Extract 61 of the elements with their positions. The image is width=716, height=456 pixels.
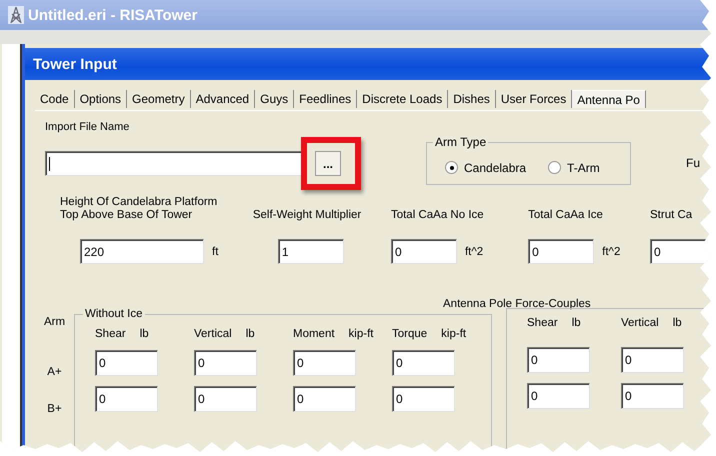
property-field[interactable]: 0 [390,239,457,264]
value-field[interactable]: 0 [392,350,455,376]
tower-icon [8,6,24,24]
tab[interactable]: Options [74,90,128,108]
tab[interactable]: Feedlines [294,90,358,108]
property-label: Self-Weight Multiplier [252,209,362,222]
tab[interactable]: Code [35,90,75,108]
unit-label: lb [140,328,149,340]
radio-button[interactable] [445,161,458,174]
import-file-label: Import File Name [45,121,130,133]
property-field[interactable]: 0 [528,239,594,264]
radio-option[interactable]: T-Arm [548,160,600,174]
property-label: Strut Ca [650,209,694,222]
value-field[interactable]: 0 [293,350,356,376]
tab[interactable]: Geometry [127,90,191,108]
column-header: Shear [527,317,558,329]
property-field[interactable]: 1 [278,239,344,264]
radio-button[interactable] [548,161,562,174]
app-window-title: Untitled.eri - RISATower [28,6,198,24]
arm-type-label: Arm Type [434,135,488,149]
value-field[interactable]: 0 [621,347,684,373]
column-header: Shear [95,328,126,340]
unit-label: kip-ft [348,328,374,340]
radio-option[interactable]: Candelabra [445,160,526,174]
row-label: A+ [47,366,62,380]
value-field[interactable]: 0 [621,383,684,409]
row-label: B+ [47,403,62,417]
dialog-title: Tower Input [33,56,117,72]
property-label: Height Of Candelabra Platform Top Above Base Of Tower [60,196,218,222]
tab[interactable]: Guys [255,90,294,108]
value-field[interactable]: 0 [194,350,257,376]
group-label: Without Ice [84,308,144,320]
value-field[interactable]: 0 [95,386,158,412]
section-title: Antenna Pole Force-Couples [443,298,591,310]
tab[interactable]: Antenna Po [572,90,646,108]
column-header: Arm [44,316,66,330]
value-field[interactable]: 0 [95,350,158,376]
value-field[interactable]: 0 [527,383,590,409]
unit-label: ft [212,246,218,258]
unit-label: ft^2 [602,246,620,258]
value-field[interactable]: 0 [293,386,356,412]
field-label: Fu [686,156,700,170]
column-header: Torque [392,328,428,340]
unit-label: lb [246,328,255,340]
unit-label: lb [672,317,682,329]
column-header: Moment [293,328,335,340]
column-header: Vertical [194,328,232,340]
unit-label: lb [572,317,581,329]
unit-label: kip-ft [441,328,466,340]
value-field[interactable]: 0 [194,386,257,412]
tab[interactable]: Discrete Loads [357,90,448,108]
browse-button[interactable]: ... [315,151,341,176]
property-label: Total CaAa No Ice [390,209,485,222]
property-label: Total CaAa Ice [528,209,604,222]
value-field[interactable]: 0 [392,386,455,412]
unit-label: ft^2 [464,246,484,258]
tab[interactable]: Advanced [190,90,256,108]
tab[interactable]: Dishes [448,90,496,108]
value-field[interactable]: 0 [527,347,590,373]
property-field[interactable]: 220 [80,239,204,264]
column-header: Vertical [621,317,659,329]
